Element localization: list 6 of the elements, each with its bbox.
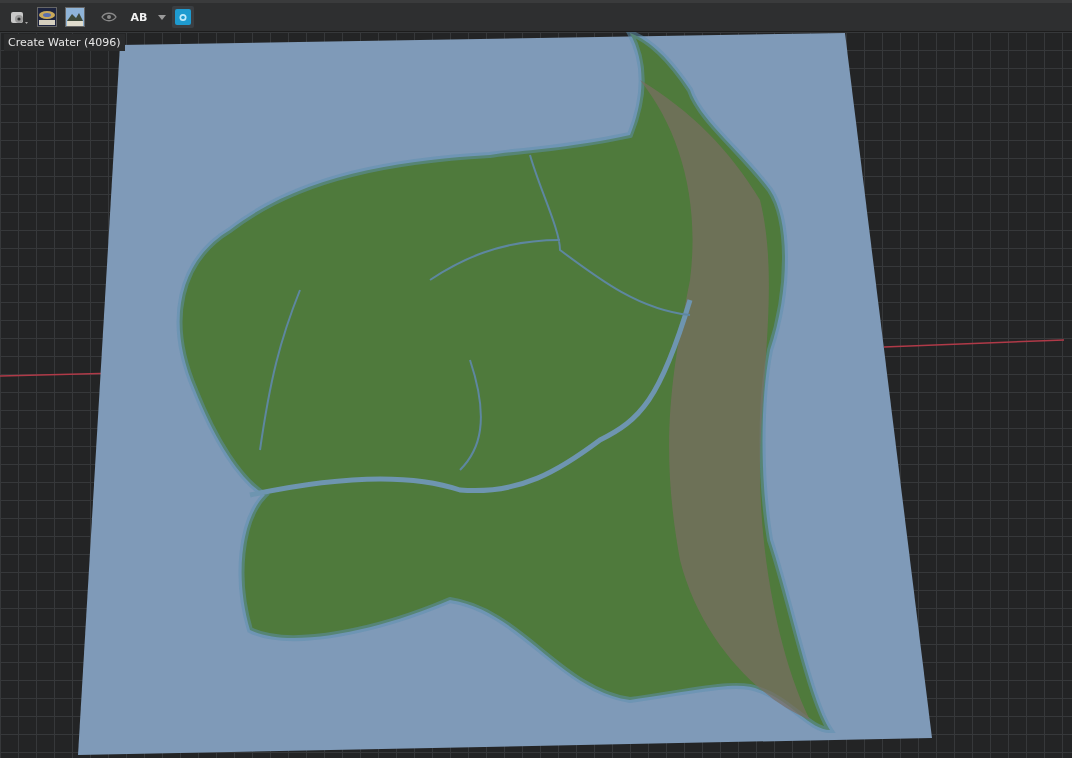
camera-icon [175,9,191,25]
eye-icon [101,12,117,22]
text-tool-button[interactable]: AB [126,6,152,28]
caret-icon[interactable] [158,14,166,20]
tooltip: Create Water (4096) [4,34,125,51]
camera-button[interactable] [172,6,194,28]
